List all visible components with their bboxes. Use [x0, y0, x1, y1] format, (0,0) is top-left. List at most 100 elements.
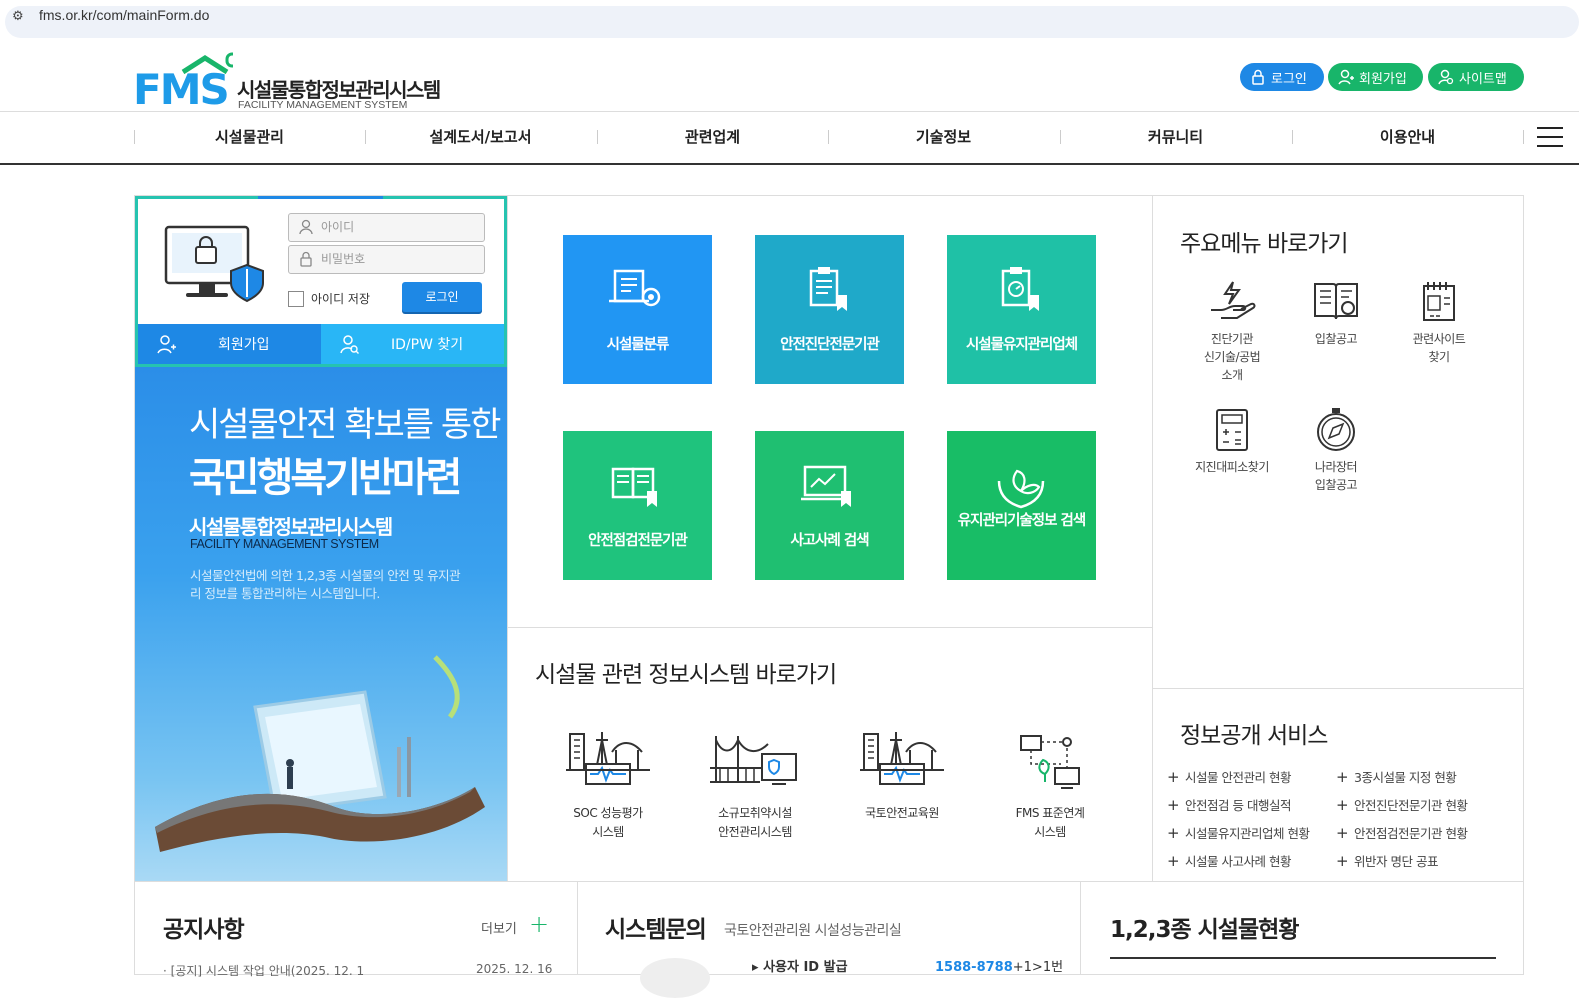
browser-address-bar: ⚙ fms.or.kr/com/mainForm.do — [0, 0, 1579, 44]
system-link-small-facility[interactable]: 소규모취약시설 안전관리시스템 — [695, 728, 815, 842]
nav-item-industry[interactable]: 관련업계 — [597, 112, 828, 163]
system-label-line2: 시스템 — [1034, 825, 1066, 839]
column-divider — [1080, 881, 1081, 975]
header-sitemap-button[interactable]: 사이트맵 — [1428, 63, 1524, 91]
inquiry-subtitle: 국토안전관리원 시설성능관리실 — [724, 923, 902, 939]
plus-icon: + — [529, 910, 550, 938]
nav-item-guide[interactable]: 이용안내 — [1292, 112, 1523, 163]
tile-label: 사고사례 검색 — [790, 533, 869, 549]
info-link[interactable]: 3종시설물 지정 현황 — [1336, 767, 1457, 786]
lock-icon — [1252, 69, 1264, 85]
system-link-soc[interactable]: SOC 성능평가시스템 — [548, 728, 668, 842]
tile-maintenance-tech-search[interactable]: 유지관리기술정보 검색 — [947, 431, 1096, 580]
bridge-monitor-icon — [710, 736, 797, 785]
login-id-input[interactable]: 아이디 — [288, 213, 485, 242]
hamburger-menu-icon[interactable] — [1537, 127, 1563, 149]
quick-menu-diagnosis[interactable]: 진단기관 신기술/공법 소개 — [1184, 278, 1280, 384]
join-link[interactable]: 회원가입 — [138, 324, 321, 364]
info-link[interactable]: 안전점검 등 대행실적 — [1167, 795, 1291, 814]
tile-safety-diagnosis[interactable]: 안전진단전문기관 — [755, 235, 904, 384]
quick-label-line3: 소개 — [1221, 368, 1243, 382]
site-settings-icon[interactable]: ⚙ — [12, 9, 24, 24]
save-id-checkbox[interactable]: 아이디 저장 — [288, 290, 370, 307]
header-join-label: 회원가입 — [1359, 71, 1407, 87]
open-book-icon — [611, 467, 657, 507]
svg-text:FMS: FMS — [133, 65, 228, 108]
quick-label-line1: 나라장터 — [1314, 460, 1358, 474]
tile-accident-search[interactable]: 사고사례 검색 — [755, 431, 904, 580]
tile-label: 안전진단전문기관 — [780, 337, 880, 353]
nav-item-tech[interactable]: 기술정보 — [828, 112, 1059, 163]
nav-item-community[interactable]: 커뮤니티 — [1060, 112, 1291, 163]
tile-facility-class[interactable]: 시설물분류 — [563, 235, 712, 384]
notice-more-link[interactable]: 더보기 + — [481, 910, 549, 938]
system-label-line1: SOC 성능평가 — [573, 806, 643, 820]
clipboard-gauge-icon — [1001, 267, 1039, 311]
inquiry-item: ▸ 사용자 ID 발급 — [752, 960, 848, 975]
url-text[interactable]: fms.or.kr/com/mainForm.do — [39, 7, 209, 23]
quick-menu-g2b[interactable]: 나라장터 입찰공고 — [1288, 406, 1384, 494]
hand-lightning-icon — [1211, 281, 1256, 319]
url-pill[interactable] — [5, 6, 1579, 38]
quick-menu-bid-notice[interactable]: 입찰공고 — [1288, 278, 1384, 348]
row-divider — [1152, 688, 1523, 689]
header-join-button[interactable]: 회원가입 — [1328, 63, 1423, 91]
inquiry-phone-line: 1588-8788+1>1번 — [935, 956, 1063, 975]
header-login-label: 로그인 — [1271, 71, 1307, 87]
save-id-label: 아이디 저장 — [311, 292, 371, 306]
quick-menu-related-sites[interactable]: 관련사이트 찾기 — [1391, 278, 1487, 366]
monitor-chart-icon — [801, 465, 851, 507]
find-id-pw-link[interactable]: ID/PW 찾기 — [321, 324, 504, 364]
tile-maintenance-company[interactable]: 시설물유지관리업체 — [947, 235, 1096, 384]
hero-banner: 시설물안전 확보를 통한 국민행복기반마련 시설물통합정보관리시스템 FACIL… — [135, 367, 507, 881]
user-add-icon — [1338, 69, 1354, 85]
header-login-button[interactable]: 로그인 — [1240, 63, 1324, 91]
nav-item-facility[interactable]: 시설물관리 — [134, 112, 365, 163]
quick-menu-title: 주요메뉴 바로가기 — [1180, 231, 1349, 257]
notice-item[interactable]: · [공지] 시스템 작업 안내(2025. 12. 1 — [163, 962, 364, 979]
row-divider — [507, 627, 1152, 628]
notice-title: 공지사항 — [163, 917, 245, 943]
info-link[interactable]: 위반자 명단 공표 — [1336, 851, 1438, 870]
info-link[interactable]: 안전진단전문기관 현황 — [1336, 795, 1468, 814]
quick-label-line1: 진단기관 — [1210, 332, 1254, 346]
system-label-line2: 시스템 — [592, 825, 624, 839]
clipboard-icon — [809, 267, 847, 311]
tile-label: 시설물유지관리업체 — [965, 337, 1078, 353]
site-header: FMS 시설물통합정보관리시스템 FACILITY MANAGEMENT SYS… — [0, 44, 1579, 112]
checkbox-box[interactable] — [288, 290, 304, 307]
secure-computer-icon — [164, 225, 264, 303]
system-link-fms-standard[interactable]: FMS 표준연계시스템 — [990, 728, 1110, 842]
tile-safety-inspection[interactable]: 안전점검전문기관 — [563, 431, 712, 580]
book-search-icon — [1314, 283, 1358, 320]
find-id-pw-label: ID/PW 찾기 — [391, 337, 464, 353]
banner-system-name-en: FACILITY MANAGEMENT SYSTEM — [190, 537, 379, 551]
login-password-input[interactable]: 비밀번호 — [288, 245, 485, 274]
login-submit-button[interactable]: 로그인 — [402, 282, 482, 312]
system-label-line1: FMS 표준연계 — [1015, 806, 1085, 820]
join-link-label: 회원가입 — [218, 337, 270, 353]
systems-section-title: 시설물 관련 정보시스템 바로가기 — [535, 662, 837, 688]
quick-menu-shelter[interactable]: 지진대피소찾기 — [1184, 406, 1280, 476]
column-divider — [1152, 196, 1153, 881]
system-label-line1: 국토안전교육원 — [865, 806, 939, 820]
more-label: 더보기 — [481, 922, 517, 937]
info-link[interactable]: 시설물 안전관리 현황 — [1167, 767, 1291, 786]
info-link[interactable]: 시설물 사고사례 현황 — [1167, 851, 1291, 870]
inquiry-title: 시스템문의 — [605, 917, 707, 943]
info-link[interactable]: 시설물유지관리업체 현황 — [1167, 823, 1310, 842]
nav-item-reports[interactable]: 설계도서/보고서 — [365, 112, 596, 163]
system-label-line1: 소규모취약시설 — [718, 806, 792, 820]
nav-divider — [1523, 130, 1524, 144]
inquiry-avatar — [640, 958, 710, 998]
system-link-education[interactable]: 국토안전교육원 — [842, 728, 962, 823]
login-box: 아이디 비밀번호 아이디 저장 로그인 회원가입 ID/PW 찾기 — [135, 196, 507, 367]
document-gear-icon — [609, 269, 661, 307]
notice-item-date: 2025. 12. 16 — [476, 962, 553, 976]
info-link[interactable]: 안전점검전문기관 현황 — [1336, 823, 1468, 842]
compass-icon — [1317, 408, 1355, 451]
inquiry-phone: 1588-8788 — [935, 960, 1013, 975]
banner-headline: 국민행복기반마련 — [189, 455, 462, 501]
site-logo[interactable]: FMS 시설물통합정보관리시스템 FACILITY MANAGEMENT SYS… — [133, 52, 441, 111]
user-icon — [299, 219, 313, 235]
